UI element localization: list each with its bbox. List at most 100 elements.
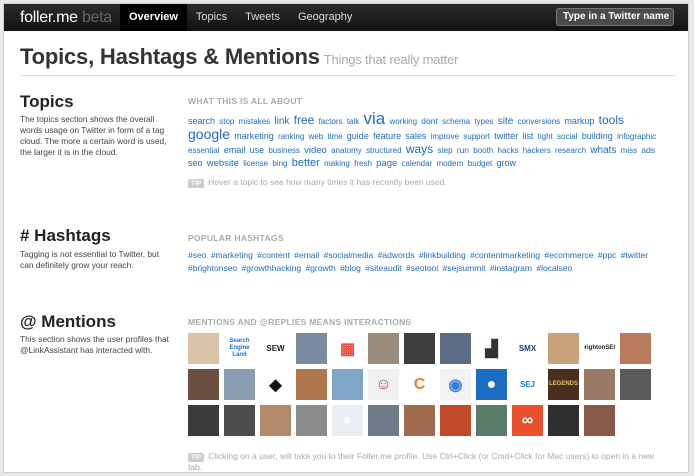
user-avatar[interactable]: ● [332, 405, 363, 436]
topic-tag[interactable]: calendar [402, 159, 433, 168]
topic-tag[interactable]: building [582, 131, 613, 141]
brand-logo[interactable]: foller.me beta [4, 9, 120, 27]
topic-tag[interactable]: conversions [517, 117, 560, 126]
topic-tag[interactable]: marketing [234, 131, 274, 141]
user-avatar[interactable]: SEW [260, 333, 291, 364]
user-avatar[interactable] [404, 405, 435, 436]
hashtag-link[interactable]: #seo [188, 250, 206, 260]
topic-tag[interactable]: research [555, 146, 586, 155]
topic-tag[interactable]: grow [497, 158, 517, 168]
user-avatar[interactable]: brightonSEO [584, 333, 615, 364]
hashtag-link[interactable]: #seotool [406, 263, 438, 273]
topic-tag[interactable]: web [309, 132, 324, 141]
user-avatar[interactable] [224, 405, 255, 436]
topic-tag[interactable]: business [268, 146, 300, 155]
hashtag-link[interactable]: #growth [305, 263, 335, 273]
topic-tag[interactable]: miss [621, 146, 637, 155]
topic-tag[interactable]: infographic [617, 132, 656, 141]
topic-tag[interactable]: budget [468, 159, 492, 168]
hashtag-link[interactable]: #ecommerce [544, 250, 593, 260]
user-avatar[interactable] [188, 369, 219, 400]
topic-tag[interactable]: booth [473, 146, 493, 155]
topic-tag[interactable]: better [292, 157, 320, 169]
hashtag-link[interactable]: #growthhacking [242, 263, 302, 273]
user-avatar[interactable] [584, 369, 615, 400]
topic-tag[interactable]: hackers [523, 146, 551, 155]
topic-tag[interactable]: mistakes [239, 117, 271, 126]
nav-overview[interactable]: Overview [120, 4, 187, 31]
user-avatar[interactable] [368, 405, 399, 436]
user-avatar[interactable] [224, 369, 255, 400]
user-avatar[interactable]: ▟ [476, 333, 507, 364]
user-avatar[interactable] [548, 405, 579, 436]
hashtag-link[interactable]: #siteaudit [365, 263, 401, 273]
hashtag-link[interactable]: #adwords [378, 250, 415, 260]
topic-tag[interactable]: website [207, 158, 239, 169]
user-avatar[interactable] [584, 405, 615, 436]
topic-tag[interactable]: page [376, 158, 397, 169]
user-avatar[interactable]: ● [476, 369, 507, 400]
topic-tag[interactable]: via [364, 109, 386, 128]
topic-tag[interactable]: license [243, 159, 268, 168]
user-avatar[interactable] [296, 405, 327, 436]
user-avatar[interactable]: ∞ [512, 405, 543, 436]
hashtag-link[interactable]: #marketing [211, 250, 253, 260]
user-avatar[interactable] [440, 333, 471, 364]
user-avatar[interactable]: ☺ [368, 369, 399, 400]
topic-tag[interactable]: free [294, 113, 315, 127]
user-avatar[interactable] [476, 405, 507, 436]
hashtag-link[interactable]: #contentmarketing [470, 250, 540, 260]
user-avatar[interactable]: C [404, 369, 435, 400]
user-avatar[interactable] [332, 369, 363, 400]
hashtag-link[interactable]: #email [294, 250, 319, 260]
user-avatar[interactable]: SEJ [512, 369, 543, 400]
topic-tag[interactable]: improve [431, 132, 459, 141]
topic-tag[interactable]: tools [599, 113, 624, 127]
topic-tag[interactable]: link [274, 116, 289, 127]
topic-tag[interactable]: types [474, 117, 493, 126]
topic-tag[interactable]: ranking [278, 132, 304, 141]
nav-topics[interactable]: Topics [187, 4, 236, 31]
topic-tag[interactable]: hacks [498, 146, 519, 155]
nav-geography[interactable]: Geography [289, 4, 361, 31]
user-avatar[interactable] [404, 333, 435, 364]
user-avatar[interactable]: ◉ [440, 369, 471, 400]
topic-tag[interactable]: anatomy [331, 146, 362, 155]
topic-tag[interactable]: working [389, 117, 417, 126]
twitter-name-search-input[interactable]: Type in a Twitter name [556, 8, 674, 26]
user-avatar[interactable]: Search Engine Land [224, 333, 255, 364]
topic-tag[interactable]: fresh [354, 159, 372, 168]
user-avatar[interactable] [368, 333, 399, 364]
user-avatar[interactable] [440, 405, 471, 436]
user-avatar[interactable] [296, 333, 327, 364]
topic-tag[interactable]: essential [188, 146, 220, 155]
topic-tag[interactable]: schema [442, 117, 470, 126]
topic-tag[interactable]: ads [641, 145, 655, 155]
topic-tag[interactable]: list [522, 131, 533, 141]
hashtag-link[interactable]: #localseo [536, 263, 572, 273]
hashtag-link[interactable]: #blog [340, 263, 361, 273]
topic-tag[interactable]: guide [347, 131, 369, 141]
user-avatar[interactable] [620, 369, 651, 400]
topic-tag[interactable]: twitter [494, 131, 518, 141]
topic-tag[interactable]: email [224, 145, 246, 155]
topic-tag[interactable]: tight [538, 132, 553, 141]
topic-tag[interactable]: search [188, 116, 215, 126]
topic-tag[interactable]: seo [188, 158, 203, 168]
hashtag-link[interactable]: #brightonseo [188, 263, 237, 273]
topic-tag[interactable]: structured [366, 146, 402, 155]
topic-tag[interactable]: ways [406, 142, 433, 156]
user-avatar[interactable]: LEGENDS [548, 369, 579, 400]
topic-tag[interactable]: making [324, 159, 350, 168]
topic-tag[interactable]: support [463, 132, 490, 141]
topic-tag[interactable]: bing [272, 159, 287, 168]
hashtag-link[interactable]: #instagram [490, 263, 532, 273]
hashtag-link[interactable]: #ppc [598, 250, 616, 260]
topic-tag[interactable]: social [557, 132, 577, 141]
user-avatar[interactable]: SMX [512, 333, 543, 364]
topic-tag[interactable]: video [304, 145, 327, 156]
topic-tag[interactable]: google [188, 126, 230, 142]
user-avatar[interactable]: ▦ [332, 333, 363, 364]
topic-tag[interactable]: whats [590, 145, 616, 156]
topic-tag[interactable]: dont [421, 116, 438, 126]
